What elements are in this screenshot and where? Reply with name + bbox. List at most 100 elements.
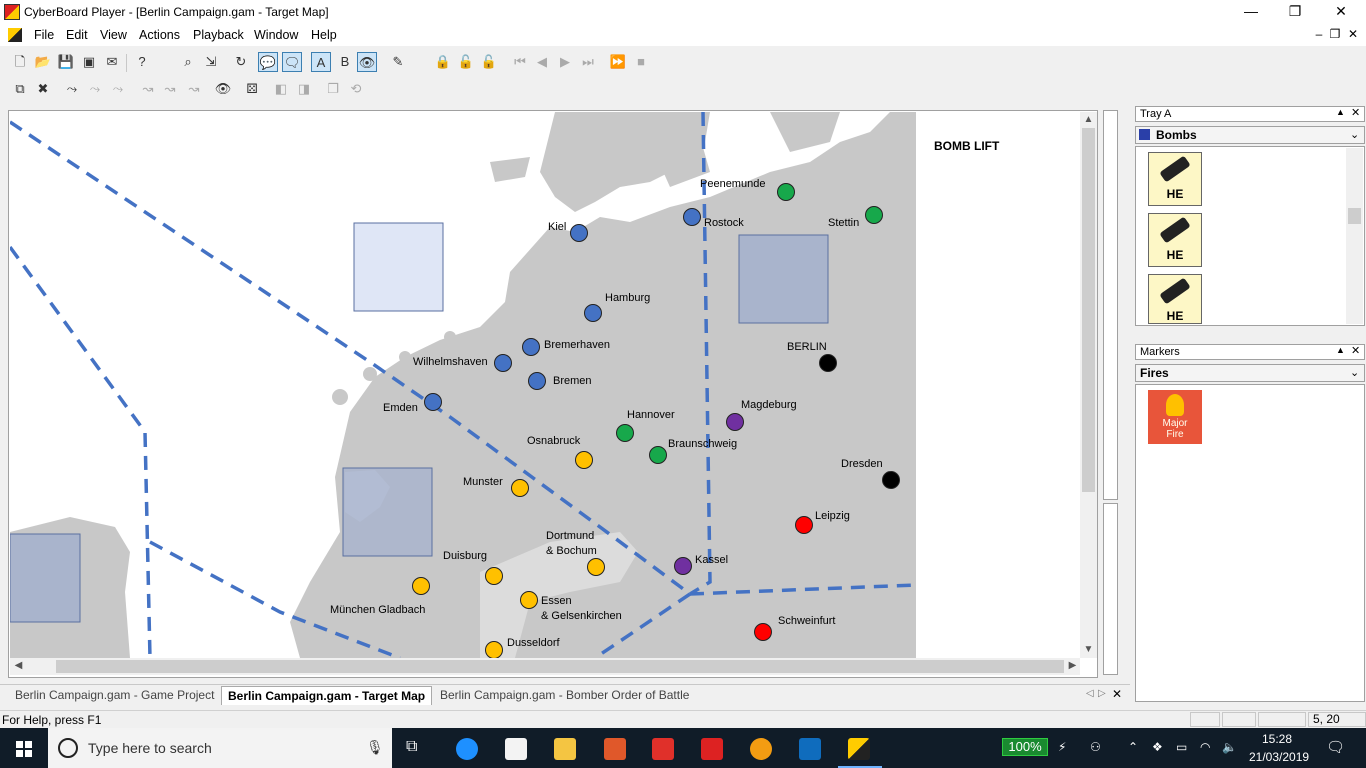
lock-icon[interactable]: 🔒 bbox=[433, 52, 453, 72]
scroll-down-icon[interactable]: ▼ bbox=[1080, 644, 1097, 655]
app-icon-red-brick[interactable] bbox=[652, 738, 674, 760]
speech-bubbles-icon[interactable]: 🗨 bbox=[282, 52, 302, 72]
city-marker-bremerhaven[interactable] bbox=[522, 338, 540, 356]
move-group-icon[interactable]: ⧉ bbox=[10, 79, 30, 99]
document-icon[interactable] bbox=[8, 28, 22, 42]
battery-icon[interactable]: ▭ bbox=[1176, 740, 1187, 754]
scroll-left-icon[interactable]: ◀ bbox=[10, 660, 27, 671]
city-marker-peenemunde[interactable] bbox=[777, 183, 795, 201]
to-back-icon[interactable]: ◨ bbox=[294, 79, 314, 99]
city-marker-m-nchen-gladbach[interactable] bbox=[412, 577, 430, 595]
lock-pieces-icon[interactable]: 🔓 bbox=[456, 52, 476, 72]
clock-time[interactable]: 15:28 bbox=[1262, 732, 1292, 746]
marker-pen-icon[interactable]: ✎ bbox=[388, 52, 408, 72]
tab-close-icon[interactable]: ✕ bbox=[1112, 687, 1122, 701]
city-marker-kiel[interactable] bbox=[570, 224, 588, 242]
start-button[interactable] bbox=[0, 728, 48, 768]
menu-view[interactable]: View bbox=[100, 28, 127, 42]
app-icon-gear[interactable] bbox=[750, 738, 772, 760]
app-icon-orange[interactable] bbox=[604, 738, 626, 760]
stop-icon[interactable]: ■ bbox=[631, 52, 651, 72]
save-move-icon[interactable]: ▣ bbox=[79, 52, 99, 72]
copy-icon[interactable]: ❐ bbox=[323, 79, 343, 99]
city-marker-braunschweig[interactable] bbox=[649, 446, 667, 464]
city-marker-schweinfurt[interactable] bbox=[754, 623, 772, 641]
menu-help[interactable]: Help bbox=[311, 28, 337, 42]
tab-scroll-right-icon[interactable]: ▷ bbox=[1098, 688, 1106, 699]
restore-button[interactable]: ❐ bbox=[1272, 0, 1318, 24]
cyberboard-taskbar-icon[interactable] bbox=[848, 738, 870, 760]
zoom-icon[interactable]: ⌕ bbox=[178, 52, 198, 72]
hide-icon[interactable]: 👁 bbox=[213, 79, 233, 99]
chevron-down-icon[interactable]: ⌄ bbox=[1350, 128, 1359, 141]
close-button[interactable]: ✕ bbox=[1318, 0, 1364, 24]
unlock-pieces-icon[interactable]: 🔓 bbox=[479, 52, 499, 72]
chevron-down-icon[interactable]: ⌄ bbox=[1350, 366, 1359, 379]
mdi-minimize-button[interactable]: – bbox=[1312, 27, 1326, 41]
tab-game-project[interactable]: Berlin Campaign.gam - Game Project bbox=[15, 688, 214, 702]
city-marker-dresden[interactable] bbox=[882, 471, 900, 489]
menu-file[interactable]: File bbox=[34, 28, 54, 42]
scroll-up-icon[interactable]: ▲ bbox=[1080, 114, 1097, 125]
battery-indicator[interactable]: 100% bbox=[1002, 738, 1048, 756]
city-marker-hannover[interactable] bbox=[616, 424, 634, 442]
major-fire-marker[interactable]: Major Fire bbox=[1148, 390, 1202, 444]
rotate-piece-icon[interactable]: ⟲ bbox=[346, 79, 366, 99]
scroll-right-icon[interactable]: ▶ bbox=[1064, 660, 1081, 671]
menu-window[interactable]: Window bbox=[254, 28, 298, 42]
delete-move-icon[interactable]: ✖ bbox=[33, 79, 53, 99]
city-marker-rostock[interactable] bbox=[683, 208, 701, 226]
city-marker-berlin[interactable] bbox=[819, 354, 837, 372]
city-marker-magdeburg[interactable] bbox=[726, 413, 744, 431]
plot-line-icon[interactable]: ↝ bbox=[138, 79, 158, 99]
markers-close-icon[interactable]: ✕ bbox=[1351, 344, 1360, 357]
file-explorer-icon[interactable] bbox=[554, 738, 576, 760]
he-bomb-piece[interactable]: HE bbox=[1148, 213, 1202, 267]
app-icon[interactable] bbox=[4, 4, 20, 20]
volume-icon[interactable]: 🔈 bbox=[1222, 740, 1237, 754]
tray-a-scrollbar[interactable] bbox=[1346, 148, 1363, 324]
city-marker-dortmund[interactable] bbox=[587, 558, 605, 576]
rotate-icon[interactable]: ↻ bbox=[231, 52, 251, 72]
tray-a-pin-icon[interactable]: ▲ bbox=[1336, 107, 1345, 117]
menu-actions[interactable]: Actions bbox=[139, 28, 180, 42]
city-marker-duisburg[interactable] bbox=[485, 567, 503, 585]
overview-panel[interactable] bbox=[1103, 110, 1118, 500]
outlook-icon[interactable] bbox=[799, 738, 821, 760]
power-plug-icon[interactable]: ⚡ bbox=[1058, 740, 1066, 754]
dice-icon[interactable]: ⚄ bbox=[242, 79, 262, 99]
target-map[interactable] bbox=[10, 112, 1080, 658]
plot-move-icon[interactable]: ⤳ bbox=[62, 79, 82, 99]
plot-arrow-icon[interactable]: ↝ bbox=[160, 79, 180, 99]
markers-group-select[interactable]: Fires bbox=[1135, 364, 1365, 382]
city-marker-stettin[interactable] bbox=[865, 206, 883, 224]
previous-move-icon[interactable]: ◀ bbox=[532, 52, 552, 72]
tray-a-group-select[interactable]: Bombs bbox=[1135, 126, 1365, 144]
city-marker-hamburg[interactable] bbox=[584, 304, 602, 322]
microphone-icon[interactable]: 🎙 bbox=[366, 739, 384, 756]
city-marker-osnabruck[interactable] bbox=[575, 451, 593, 469]
menu-playback[interactable]: Playback bbox=[193, 28, 244, 42]
new-file-icon[interactable]: 🗋 bbox=[10, 52, 30, 72]
open-folder-icon[interactable]: 📂 bbox=[33, 52, 53, 72]
menu-edit[interactable]: Edit bbox=[66, 28, 88, 42]
action-center-icon[interactable]: 🗨 bbox=[1326, 738, 1345, 756]
fast-forward-icon[interactable]: ⏩ bbox=[608, 52, 628, 72]
city-marker-kassel[interactable] bbox=[674, 557, 692, 575]
minimize-button[interactable]: — bbox=[1228, 0, 1274, 24]
he-bomb-piece[interactable]: HE bbox=[1148, 274, 1202, 324]
map-vertical-scroll-thumb[interactable] bbox=[1082, 128, 1095, 492]
next-move-icon[interactable]: ▶ bbox=[555, 52, 575, 72]
city-marker-bremen[interactable] bbox=[528, 372, 546, 390]
store-icon[interactable] bbox=[505, 738, 527, 760]
city-marker-wilhelmshaven[interactable] bbox=[494, 354, 512, 372]
city-marker-leipzig[interactable] bbox=[795, 516, 813, 534]
plot-next-icon[interactable]: ⤳ bbox=[85, 79, 105, 99]
speech-bubble-icon[interactable]: 💬 bbox=[258, 52, 278, 72]
last-move-icon[interactable]: ⏭ bbox=[578, 52, 598, 72]
people-icon[interactable]: ⚇ bbox=[1090, 740, 1101, 754]
clock-date[interactable]: 21/03/2019 bbox=[1249, 750, 1309, 764]
send-icon[interactable]: ✉ bbox=[102, 52, 122, 72]
mdi-close-button[interactable]: ✕ bbox=[1346, 27, 1360, 41]
mdi-restore-button[interactable]: ❐ bbox=[1328, 27, 1342, 41]
